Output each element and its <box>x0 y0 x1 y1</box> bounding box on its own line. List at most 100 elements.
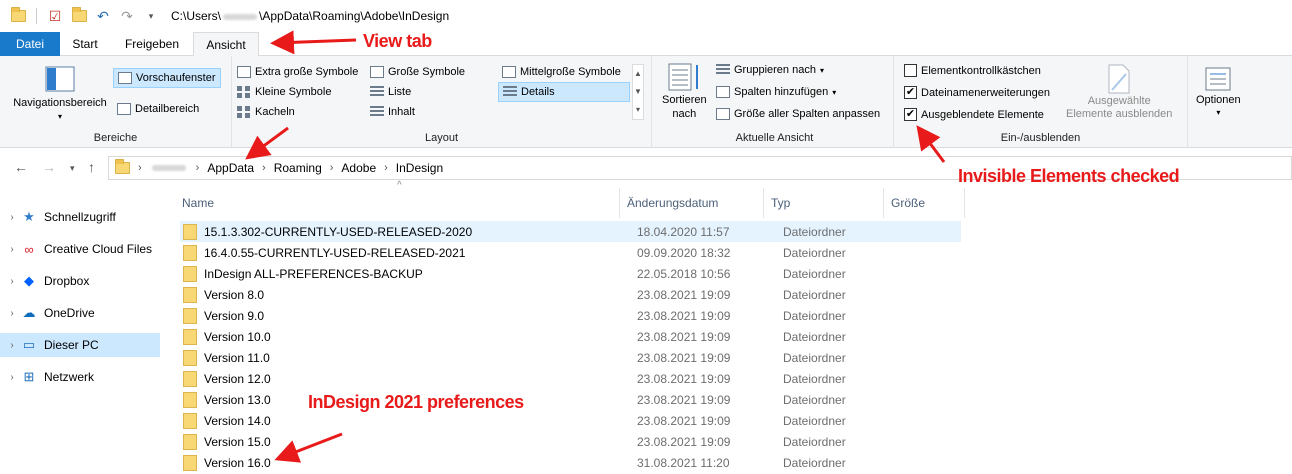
table-row[interactable]: Version 11.0 23.08.2021 19:09 Dateiordner <box>180 347 961 368</box>
column-header-type[interactable]: Typ <box>764 188 884 218</box>
breadcrumb-adobe[interactable]: Adobe <box>341 161 376 175</box>
preview-pane-button[interactable]: Vorschaufenster <box>113 68 221 88</box>
table-row[interactable]: Version 14.0 23.08.2021 19:09 Dateiordner <box>180 410 961 431</box>
folder-properties-icon[interactable] <box>8 6 28 26</box>
undo-icon[interactable]: ↶ <box>93 6 113 26</box>
layout-list[interactable]: Liste <box>370 86 411 98</box>
folder-icon <box>183 391 197 408</box>
expand-chevron-icon[interactable]: › <box>4 340 20 351</box>
forward-arrow-icon[interactable]: → <box>42 159 56 175</box>
table-row[interactable]: 16.4.0.55-CURRENTLY-USED-RELEASED-2021 09… <box>180 242 961 263</box>
new-folder-icon[interactable] <box>69 6 89 26</box>
column-header-date[interactable]: Änderungsdatum <box>620 188 764 218</box>
tab-freigeben[interactable]: Freigeben <box>116 32 188 56</box>
file-name: Version 9.0 <box>204 308 265 323</box>
group-label-layout: Layout <box>424 132 459 144</box>
up-arrow-icon[interactable]: ↑ <box>88 159 95 175</box>
table-row[interactable]: Version 16.0 31.08.2021 11:20 Dateiordner <box>180 452 961 473</box>
navigation-pane-button[interactable]: Navigationsbereich ▾ <box>8 66 112 121</box>
chevron-right-icon[interactable]: › <box>138 162 142 174</box>
navigation-pane-label: Navigationsbereich <box>13 97 107 109</box>
layout-small-icons[interactable]: Kleine Symbole <box>237 86 331 98</box>
nav-item-creative-cloud[interactable]: › ∞ Creative Cloud Files <box>0 237 160 261</box>
breadcrumb-appdata[interactable]: AppData <box>207 161 254 175</box>
layout-label: Inhalt <box>388 106 415 118</box>
group-by-button[interactable]: Gruppieren nach ▾ <box>716 64 824 76</box>
hide-selected-button[interactable]: Ausgewählte Elemente ausblenden <box>1066 64 1172 120</box>
sort-by-label-2: nach <box>672 108 697 120</box>
table-row[interactable]: Version 12.0 23.08.2021 19:09 Dateiordner <box>180 368 961 389</box>
breadcrumb-roaming[interactable]: Roaming <box>274 161 322 175</box>
table-row[interactable]: Version 8.0 23.08.2021 19:09 Dateiordner <box>180 284 961 305</box>
hidden-items-toggle[interactable]: ✔ Ausgeblendete Elemente <box>904 108 1044 121</box>
layout-gallery-scroll[interactable]: ▲ ▼ ▾ <box>632 64 644 120</box>
table-row[interactable]: Version 13.0 23.08.2021 19:09 Dateiordner <box>180 389 961 410</box>
chevron-right-icon[interactable]: › <box>262 162 266 174</box>
details-pane-button[interactable]: Detailbereich <box>117 100 199 118</box>
item-checkboxes-toggle[interactable]: Elementkontrollkästchen <box>904 64 1041 77</box>
table-row[interactable]: Version 9.0 23.08.2021 19:09 Dateiordner <box>180 305 961 326</box>
back-arrow-icon[interactable]: ← <box>14 159 28 175</box>
monitor-icon: ▭ <box>22 337 36 352</box>
layout-large-icons[interactable]: Große Symbole <box>370 66 465 78</box>
nav-item-onedrive[interactable]: › ☁ OneDrive <box>0 301 160 325</box>
recent-locations-chevron-icon[interactable]: ▾ <box>70 163 75 174</box>
file-date: 23.08.2021 19:09 <box>637 350 731 365</box>
layout-extra-large-icons[interactable]: Extra große Symbole <box>237 66 358 78</box>
hide-selected-label-1: Ausgewählte <box>1087 95 1151 107</box>
fit-columns-button[interactable]: Größe aller Spalten anpassen <box>716 108 880 120</box>
sort-by-button[interactable]: Sortieren nach <box>662 62 707 120</box>
nav-item-dropbox[interactable]: › ◆ Dropbox <box>0 269 160 293</box>
layout-medium-icons[interactable]: Mittelgroße Symbole <box>502 66 621 78</box>
column-header-size[interactable]: Größe <box>884 188 965 218</box>
layout-details[interactable]: Details <box>498 82 630 102</box>
hidden-items-checkbox[interactable]: ✔ <box>904 108 917 121</box>
expand-chevron-icon[interactable]: › <box>4 212 20 223</box>
tab-ansicht[interactable]: Ansicht <box>193 32 259 57</box>
chevron-right-icon[interactable]: › <box>196 162 200 174</box>
add-columns-button[interactable]: Spalten hinzufügen ▾ <box>716 86 836 98</box>
tab-datei[interactable]: Datei <box>0 32 60 56</box>
expand-chevron-icon[interactable]: › <box>4 308 20 319</box>
breadcrumb-indesign[interactable]: InDesign <box>396 161 443 175</box>
properties-check-icon[interactable]: ☑ <box>45 6 65 26</box>
redo-icon[interactable]: ↷ <box>117 6 137 26</box>
small-icons-icon <box>237 86 251 98</box>
file-type: Dateiordner <box>783 224 846 239</box>
layout-label: Details <box>521 86 555 98</box>
file-name: 16.4.0.55-CURRENTLY-USED-RELEASED-2021 <box>204 245 466 260</box>
item-checkboxes-checkbox[interactable] <box>904 64 917 77</box>
table-row[interactable]: Version 15.0 23.08.2021 19:09 Dateiordner <box>180 431 961 452</box>
file-name: Version 11.0 <box>204 350 270 365</box>
expand-chevron-icon[interactable]: › <box>4 276 20 287</box>
nav-item-network[interactable]: › ⊞ Netzwerk <box>0 365 160 389</box>
tiles-icon <box>237 106 251 118</box>
expand-chevron-icon[interactable]: › <box>4 244 20 255</box>
expand-chevron-icon[interactable]: › <box>4 372 20 383</box>
fit-columns-icon <box>716 108 730 120</box>
layout-tiles[interactable]: Kacheln <box>237 106 295 118</box>
details-pane-label: Detailbereich <box>135 103 200 115</box>
chevron-down-icon[interactable]: ▾ <box>141 6 161 26</box>
tab-start[interactable]: Start <box>62 32 108 56</box>
chevron-right-icon[interactable]: › <box>384 162 388 174</box>
nav-item-this-pc[interactable]: › ▭ Dieser PC <box>0 333 160 357</box>
options-button[interactable]: Optionen ▾ <box>1196 66 1241 117</box>
medium-icons-icon <box>502 66 516 78</box>
file-extensions-toggle[interactable]: ✔ Dateinamenerweiterungen <box>904 86 1050 99</box>
group-by-label: Gruppieren nach <box>734 64 816 76</box>
table-row[interactable]: 15.1.3.302-CURRENTLY-USED-RELEASED-2020 1… <box>180 221 961 242</box>
content-icon <box>370 106 384 118</box>
nav-item-quick-access[interactable]: › ★ Schnellzugriff <box>0 205 160 229</box>
table-row[interactable]: InDesign ALL-PREFERENCES-BACKUP 22.05.201… <box>180 263 961 284</box>
table-row[interactable]: Version 10.0 23.08.2021 19:09 Dateiordner <box>180 326 961 347</box>
creative-cloud-icon: ∞ <box>24 241 34 257</box>
chevron-right-icon[interactable]: › <box>330 162 334 174</box>
folder-icon <box>183 265 197 282</box>
file-type: Dateiordner <box>783 392 846 407</box>
layout-content[interactable]: Inhalt <box>370 106 415 118</box>
nav-item-label: OneDrive <box>44 306 95 320</box>
column-header-name[interactable]: Name <box>175 188 620 218</box>
file-extensions-checkbox[interactable]: ✔ <box>904 86 917 99</box>
file-type: Dateiordner <box>783 287 846 302</box>
